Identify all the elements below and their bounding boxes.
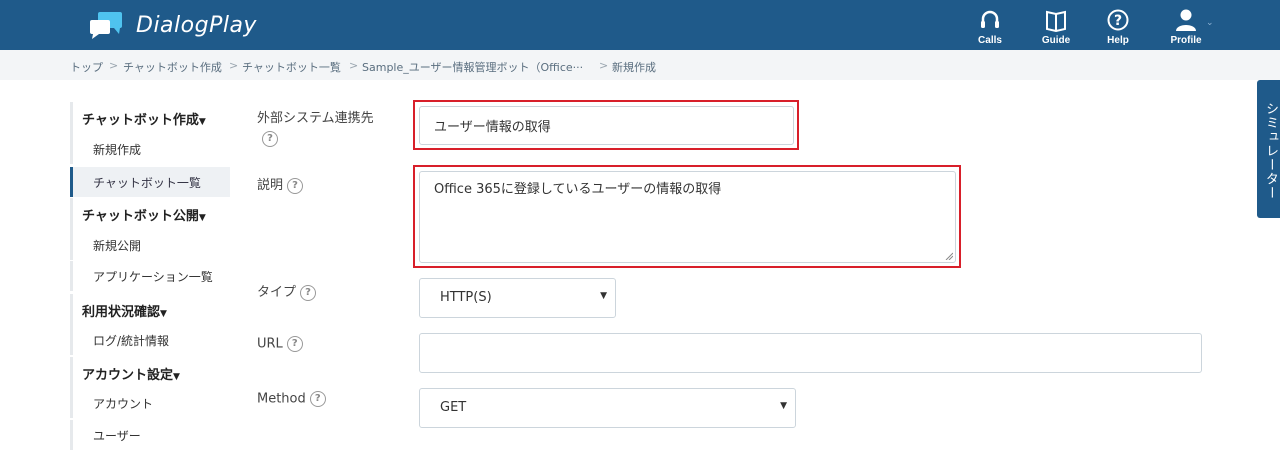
sidebar-section-label: 利用状況確認: [82, 305, 161, 320]
help-icon[interactable]: ?: [300, 284, 317, 301]
sidebar-item-logs[interactable]: ログ/統計情報: [70, 325, 230, 355]
sidebar-item-label: ユーザー: [93, 429, 141, 443]
help-icon[interactable]: ?: [309, 391, 326, 407]
app-logo[interactable]: DialogPlay: [88, 10, 257, 40]
url-input[interactable]: [419, 333, 1202, 373]
breadcrumb-item-list[interactable]: チャットボット一覧: [242, 59, 341, 75]
top-header: DialogPlay Calls Guide ? Help Profile ⌄: [0, 0, 1280, 50]
sidebar-item-account[interactable]: アカウント: [70, 388, 230, 418]
nav-profile-label: Profile: [1170, 35, 1202, 46]
caret-down-icon: ▼: [160, 309, 167, 319]
nav-guide[interactable]: Guide: [1026, 8, 1086, 46]
nav-calls[interactable]: Calls: [960, 8, 1020, 46]
caret-down-icon: ▼: [173, 372, 180, 382]
external-system-label-text: 外部システム連携先: [257, 111, 374, 126]
headset-icon: [981, 10, 999, 28]
simulator-tab-label: シミュレーター: [1263, 102, 1278, 200]
simulator-tab[interactable]: シミュレーター: [1257, 80, 1280, 218]
caret-down-icon: ▼: [780, 401, 787, 411]
sidebar-section-account[interactable]: アカウント設定▼: [70, 357, 230, 389]
external-system-value: ユーザー情報の取得: [434, 120, 551, 135]
sidebar-section-create[interactable]: チャットボット作成▼: [70, 102, 230, 134]
sidebar-section-label: チャットボット作成: [82, 113, 199, 128]
method-label-text: Method: [257, 391, 306, 407]
description-value: Office 365に登録しているユーザーの情報の取得: [434, 182, 722, 197]
caret-down-icon: ▼: [198, 117, 206, 127]
book-icon: [1046, 10, 1066, 32]
sidebar-item-app-list[interactable]: アプリケーション一覧: [70, 261, 230, 291]
breadcrumb-item-create[interactable]: チャットボット作成: [123, 59, 222, 75]
nav-guide-label: Guide: [1041, 35, 1071, 46]
sidebar-item-label: チャットボット一覧: [93, 176, 201, 190]
nav-help[interactable]: ? Help: [1088, 8, 1148, 46]
description-label: 説明?: [257, 174, 304, 194]
sidebar-item-new-publish[interactable]: 新規公開: [70, 230, 230, 260]
method-select[interactable]: GET ▼: [419, 388, 796, 428]
url-label-text: URL: [257, 336, 283, 352]
breadcrumb-item-top[interactable]: トップ: [70, 59, 103, 75]
svg-text:?: ?: [1114, 13, 1122, 29]
breadcrumb-separator: >: [599, 59, 609, 72]
external-system-input[interactable]: ユーザー情報の取得: [419, 106, 794, 145]
sidebar-item-users[interactable]: ユーザー: [70, 420, 230, 450]
question-circle-icon: ?: [1107, 9, 1129, 31]
help-icon[interactable]: ?: [287, 177, 304, 194]
app-name: DialogPlay: [136, 12, 257, 38]
chat-bubbles-icon: [90, 12, 122, 39]
sidebar-section-label: チャットボット公開: [82, 209, 199, 224]
help-icon[interactable]: ?: [286, 336, 303, 352]
external-system-label: 外部システム連携先: [257, 107, 374, 126]
sidebar-section-publish[interactable]: チャットボット公開▼: [70, 198, 230, 230]
sidebar-item-label: アプリケーション一覧: [93, 270, 213, 284]
sidebar-item-bot-list[interactable]: チャットボット一覧: [70, 167, 230, 197]
breadcrumb-separator: >: [109, 59, 119, 72]
breadcrumb-separator: >: [349, 59, 359, 72]
breadcrumb-item-current: 新規作成: [612, 61, 656, 74]
type-label-text: タイプ: [257, 285, 297, 300]
description-label-text: 説明: [257, 178, 284, 193]
caret-down-icon: ▼: [198, 213, 206, 223]
nav-help-label: Help: [1107, 35, 1129, 46]
breadcrumb-item-bot[interactable]: Sample_ユーザー情報管理ボット（Office···: [362, 59, 583, 75]
sidebar-item-new[interactable]: 新規作成: [70, 134, 230, 164]
user-icon: [1176, 9, 1196, 31]
breadcrumb: トップ > チャットボット作成 > チャットボット一覧 > Sample_ユーザ…: [0, 50, 1280, 80]
sidebar-item-label: 新規作成: [93, 143, 142, 157]
breadcrumb-separator: >: [229, 59, 239, 72]
type-select-value: HTTP(S): [440, 290, 492, 305]
sidebar-item-label: アカウント: [93, 397, 154, 411]
nav-calls-label: Calls: [978, 35, 1002, 46]
method-label: Method?: [257, 391, 326, 407]
description-textarea[interactable]: Office 365に登録しているユーザーの情報の取得: [419, 171, 956, 263]
method-select-value: GET: [440, 400, 467, 415]
sidebar-section-usage[interactable]: 利用状況確認▼: [70, 294, 230, 326]
type-label: タイプ?: [257, 281, 317, 301]
sidebar-item-label: 新規公開: [93, 239, 142, 253]
caret-down-icon: ▼: [600, 291, 607, 301]
sidebar-section-label: アカウント設定: [82, 368, 174, 383]
sidebar-item-label: ログ/統計情報: [93, 334, 170, 348]
url-label: URL?: [257, 336, 303, 352]
help-icon[interactable]: ?: [262, 131, 278, 147]
profile-chevron-down-icon[interactable]: ⌄: [1206, 18, 1214, 28]
type-select[interactable]: HTTP(S) ▼: [419, 278, 616, 318]
resize-handle-icon[interactable]: [945, 252, 953, 260]
